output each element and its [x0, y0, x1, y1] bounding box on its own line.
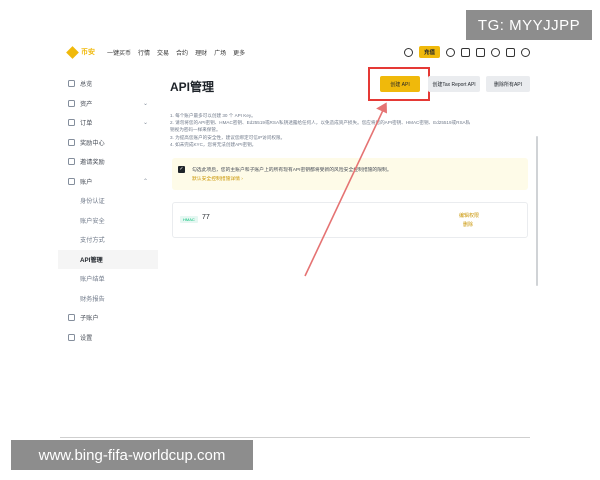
- subaccount-icon: [68, 314, 75, 322]
- account-icon: [68, 177, 75, 185]
- hmac-badge: HMAC: [180, 216, 198, 223]
- sidebar-subitem-statements[interactable]: 账户结单: [58, 269, 158, 289]
- deposit-button[interactable]: 充值: [418, 46, 440, 58]
- sidebar-item-label: 资产: [80, 100, 93, 108]
- referral-icon: [68, 158, 75, 166]
- delete-api-link[interactable]: 删除: [463, 221, 473, 228]
- highlight-box: [368, 67, 430, 101]
- sidebar-item-account[interactable]: 账户 ⌃: [58, 172, 158, 192]
- sidebar-item-label: 总览: [80, 81, 93, 89]
- nav-item-more[interactable]: 更多: [233, 48, 245, 57]
- user-icon[interactable]: [446, 47, 455, 57]
- note-line: 钥视为密码一样来保管。: [170, 127, 221, 133]
- telegram-badge: TG: MYYJJPP: [466, 10, 592, 40]
- nav-item-buy-crypto[interactable]: 一键买币: [107, 48, 131, 57]
- sidebar-item-label: 账户: [80, 178, 93, 186]
- top-nav: 币安 一键买币 行情 交易 合约 理财 广场 更多 充值: [58, 38, 540, 66]
- security-details-link[interactable]: 默认安全控制措施详情 ›: [192, 175, 243, 182]
- scrollbar[interactable]: [536, 136, 538, 286]
- main-content: API管理 创建 API 创建Tax Report API 删除所有API 1.…: [168, 66, 540, 438]
- note-line: 3. 为提高您账户的安全性，建议您绑定可信IP访问权限。: [170, 134, 286, 140]
- sidebar-subitem-api-management[interactable]: API管理: [58, 249, 158, 269]
- note-line: 2. 请勿将您的API密钥、HMAC密钥、Ed25519或RSA私钥透露给任何人…: [170, 120, 471, 126]
- security-warning-box: ✓ 勾选此项后，您的主账户和子账户上的所有现有API密钥都将受新的风险安全控制措…: [172, 158, 528, 190]
- api-key-card: HMAC 77 编辑权限 删除: [172, 202, 528, 238]
- nav-item-trade[interactable]: 交易: [157, 48, 169, 57]
- orders-icon[interactable]: [476, 47, 485, 57]
- chevron-down-icon: ⌄: [142, 120, 148, 127]
- wallet-icon[interactable]: [461, 47, 470, 57]
- sidebar-subitem-security[interactable]: 账户安全: [58, 211, 158, 231]
- chevron-down-icon: ⌄: [142, 100, 148, 107]
- sidebar-item-settings[interactable]: 设置: [58, 328, 158, 348]
- api-notes: 1. 每个账户最多可以创建 30 个 API Key。 2. 请勿将您的API密…: [170, 112, 530, 148]
- sidebar-item-dashboard[interactable]: 总览: [58, 74, 158, 94]
- orders-icon: [68, 119, 75, 127]
- wallet-icon: [68, 99, 75, 107]
- app-frame: 币安 一键买币 行情 交易 合约 理财 广场 更多 充值 总览 资产 ⌄ 订单 …: [58, 38, 540, 438]
- sidebar-item-rewards[interactable]: 奖励中心: [58, 133, 158, 153]
- search-icon[interactable]: [403, 47, 413, 57]
- delete-all-api-button[interactable]: 删除所有API: [486, 76, 530, 92]
- nav-item-markets[interactable]: 行情: [138, 48, 150, 57]
- edit-permissions-link[interactable]: 编辑权限: [459, 212, 479, 219]
- sidebar-item-label: 设置: [80, 334, 93, 342]
- binance-logo-icon: [66, 45, 79, 59]
- nav-menu: 一键买币 行情 交易 合约 理财 广场 更多: [107, 48, 245, 57]
- nav-right: 充值: [403, 46, 530, 58]
- sidebar-item-referral[interactable]: 邀请奖励: [58, 152, 158, 172]
- sidebar: 总览 资产 ⌄ 订单 ⌄ 奖励中心 邀请奖励 账户 ⌃ 身份认证 账户安全 支付…: [58, 74, 158, 347]
- nav-item-square[interactable]: 广场: [214, 48, 226, 57]
- gear-icon: [68, 333, 75, 341]
- download-icon[interactable]: [506, 47, 515, 57]
- reward-icon: [68, 138, 75, 146]
- sidebar-item-orders[interactable]: 订单 ⌄: [58, 113, 158, 133]
- note-line: 1. 每个账户最多可以创建 30 个 API Key。: [170, 113, 256, 118]
- sidebar-subitem-identification[interactable]: 身份认证: [58, 191, 158, 211]
- sidebar-item-subaccount[interactable]: 子账户: [58, 308, 158, 328]
- sidebar-item-assets[interactable]: 资产 ⌄: [58, 94, 158, 114]
- sidebar-subitem-reports[interactable]: 财务报告: [58, 289, 158, 309]
- notification-icon[interactable]: [491, 47, 500, 57]
- sidebar-item-label: 邀请奖励: [80, 159, 105, 167]
- warning-text: 勾选此项后，您的主账户和子账户上的所有现有API密钥都将受新的风险安全控制措施的…: [192, 168, 392, 173]
- website-watermark: www.bing-fifa-worldcup.com: [11, 440, 253, 470]
- api-key-label: 77: [202, 214, 210, 221]
- chevron-up-icon: ⌃: [142, 178, 148, 185]
- divider: [60, 437, 530, 438]
- nav-item-earn[interactable]: 理财: [195, 48, 207, 57]
- theme-icon[interactable]: [521, 47, 530, 57]
- create-tax-report-api-button[interactable]: 创建Tax Report API: [428, 76, 480, 92]
- sidebar-subitem-payment[interactable]: 支付方式: [58, 230, 158, 250]
- sidebar-item-label: 订单: [80, 120, 93, 128]
- sidebar-item-label: 子账户: [80, 315, 99, 323]
- page-title: API管理: [170, 80, 215, 94]
- security-control-checkbox[interactable]: ✓: [178, 166, 185, 173]
- sidebar-item-label: 奖励中心: [80, 139, 105, 147]
- home-icon: [68, 80, 75, 88]
- note-line: 4. 如未完成KYC，您将无法创建API密钥。: [170, 141, 257, 147]
- nav-item-futures[interactable]: 合约: [176, 48, 188, 57]
- logo[interactable]: 币安: [66, 45, 95, 59]
- logo-text: 币安: [81, 49, 95, 56]
